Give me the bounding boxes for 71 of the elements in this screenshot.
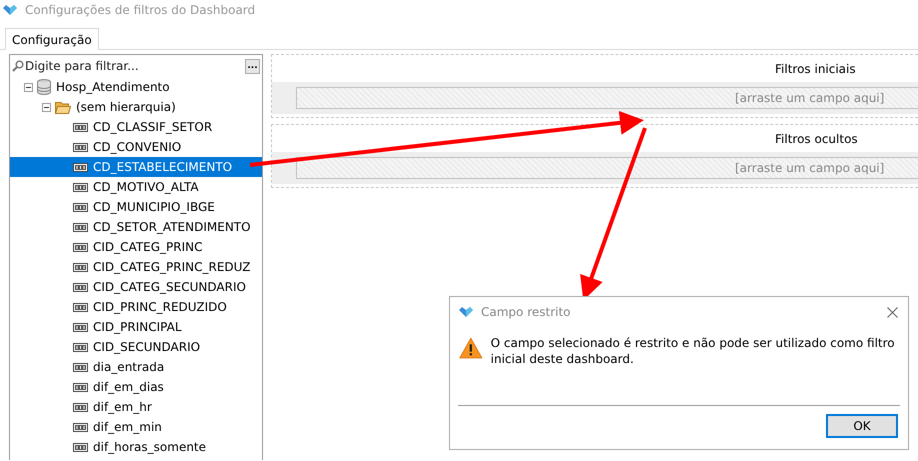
tree-item[interactable]: CID_SECUNDARIO xyxy=(10,337,262,357)
tree-item[interactable]: (sem hierarquia) xyxy=(10,97,262,117)
tree-item-label: dif_em_min xyxy=(93,420,162,434)
tree-item[interactable]: dif_em_min xyxy=(10,417,262,437)
tree-item-label: CID_CATEG_PRINC xyxy=(93,240,202,254)
collapse-icon[interactable] xyxy=(24,82,33,92)
text-field-icon xyxy=(73,342,88,352)
text-field-icon xyxy=(73,422,88,432)
tree-item[interactable]: CD_CLASSIF_SETOR xyxy=(10,117,262,137)
tree-item-label: CID_SECUNDARIO xyxy=(93,340,200,354)
tree-item[interactable]: dia_entrada xyxy=(10,357,262,377)
folder-icon xyxy=(55,100,71,114)
collapse-icon[interactable] xyxy=(42,102,51,112)
tree-item[interactable]: CID_CATEG_SECUNDARIO xyxy=(10,277,262,297)
text-field-icon xyxy=(73,242,88,252)
section-title: Filtros ocultos xyxy=(775,132,858,148)
text-field-icon xyxy=(73,182,88,192)
tab[interactable]: Configuração xyxy=(5,28,99,50)
tree-item[interactable]: CID_CATEG_PRINC_REDUZ xyxy=(10,257,262,277)
close-icon[interactable] xyxy=(887,306,898,318)
tree-item[interactable]: CID_CATEG_PRINC xyxy=(10,237,262,257)
tree-item-label: CD_CLASSIF_SETOR xyxy=(93,120,212,134)
text-field-icon xyxy=(73,382,88,392)
text-field-icon xyxy=(73,322,88,332)
more-button[interactable]: ... xyxy=(245,58,260,74)
tree-item[interactable]: dif_horas_somente xyxy=(10,437,262,457)
text-field-icon xyxy=(73,302,88,312)
tree-item[interactable]: CID_PRINCIPAL xyxy=(10,317,262,337)
text-field-icon xyxy=(73,162,88,172)
tree-item-label: dif_horas_somente xyxy=(93,440,206,454)
text-field-icon xyxy=(73,142,88,152)
text-field-icon xyxy=(73,222,88,232)
text-field-icon xyxy=(73,282,88,292)
tree-item-label: dia_entrada xyxy=(93,360,164,374)
tree-item[interactable]: Hosp_Atendimento xyxy=(10,77,262,97)
tree-item-label: CD_MUNICIPIO_IBGE xyxy=(93,200,215,214)
tree-item-label: CD_CONVENIO xyxy=(93,140,182,154)
tree-item-label: CD_ESTABELECIMENTO xyxy=(93,160,232,174)
tree-item-label: CID_CATEG_SECUNDARIO xyxy=(93,280,246,294)
tree-item-label: Hosp_Atendimento xyxy=(56,80,170,94)
tree-item-label: CID_PRINC_REDUZIDO xyxy=(93,300,227,314)
dialog-title: Campo restrito xyxy=(481,305,572,319)
tree-item[interactable]: CD_ESTABELECIMENTO xyxy=(10,157,262,177)
text-field-icon xyxy=(73,362,88,372)
database-icon xyxy=(37,79,51,95)
tree-item[interactable]: CD_CONVENIO xyxy=(10,137,262,157)
tree-item-label: (sem hierarquia) xyxy=(76,100,176,114)
text-field-icon xyxy=(73,122,88,132)
tree-item[interactable]: CD_MUNICIPIO_IBGE xyxy=(10,197,262,217)
app-logo-icon xyxy=(459,307,473,317)
tree-item[interactable]: CD_MOTIVO_ALTA xyxy=(10,177,262,197)
search-icon xyxy=(12,60,24,72)
text-field-icon xyxy=(73,442,88,452)
tree-item[interactable]: CID_PRINC_REDUZIDO xyxy=(10,297,262,317)
tree-item-label: dif_em_hr xyxy=(93,400,152,414)
tree-item-label: CID_CATEG_PRINC_REDUZ xyxy=(93,260,250,274)
tree-item[interactable]: dif_em_hr xyxy=(10,397,262,417)
text-field-icon xyxy=(73,202,88,212)
tree-item-label: CD_MOTIVO_ALTA xyxy=(93,180,199,194)
dialog-message: O campo selecionado é restrito e não pode ser utilizado como filtro inicial deste dashboard. xyxy=(490,335,896,368)
text-field-icon xyxy=(73,262,88,272)
tree-item-label: dif_em_dias xyxy=(93,380,164,394)
tree-item-label: CD_SETOR_ATENDIMENTO xyxy=(93,220,251,234)
app-logo-icon xyxy=(3,5,17,15)
tree-item-label: CID_PRINCIPAL xyxy=(93,320,182,334)
text-field-icon xyxy=(73,402,88,412)
ok-button[interactable]: OK xyxy=(826,414,898,438)
window-title: Configurações de filtros do Dashboard xyxy=(25,3,256,17)
tree-item[interactable]: dif_em_dias xyxy=(10,377,262,397)
tree-item[interactable]: CD_SETOR_ATENDIMENTO xyxy=(10,217,262,237)
section-title: Filtros iniciais xyxy=(775,62,856,78)
